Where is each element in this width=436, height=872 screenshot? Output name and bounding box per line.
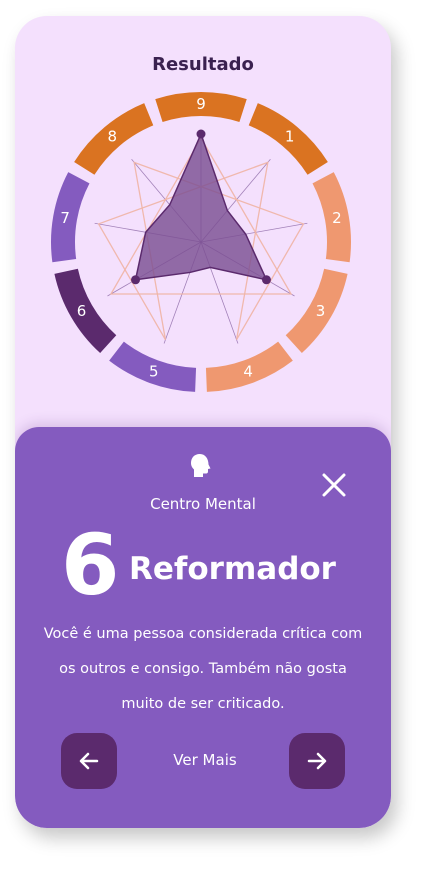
type-description: Você é uma pessoa considerada crítica co… [43,626,363,712]
score-point-9 [196,129,206,139]
type-number: 6 [61,516,120,614]
phone-screen: Resultado 912345678 Centro Mental 6 Refo… [15,16,391,828]
arrow-left-icon [79,752,99,770]
arrow-right-icon [307,752,327,770]
wheel-label-5: 5 [149,363,159,381]
type-name: Reformador [129,551,336,587]
previous-button[interactable] [61,733,117,789]
score-polygon [134,131,268,281]
wheel-label-2: 2 [332,209,342,227]
wheel-label-7: 7 [60,209,70,227]
wheel-label-8: 8 [108,127,118,145]
head-icon [191,454,211,477]
score-point-6 [131,275,141,285]
center-label: Centro Mental [150,495,256,513]
wheel-segment-7 [51,172,90,263]
wheel-label-4: 4 [243,363,253,381]
see-more-link[interactable]: Ver Mais [155,751,255,769]
next-button[interactable] [289,733,345,789]
wheel-label-1: 1 [285,127,295,145]
wheel-label-3: 3 [316,302,326,320]
enneagram-chart: 9 1 2 3 4 5 6 7 8 [51,92,351,392]
wheel-label-9: 9 [196,95,206,113]
result-card: Centro Mental 6 Reformador Você é uma pe… [15,427,391,828]
score-point-3 [261,275,271,285]
wheel-label-6: 6 [77,302,87,320]
